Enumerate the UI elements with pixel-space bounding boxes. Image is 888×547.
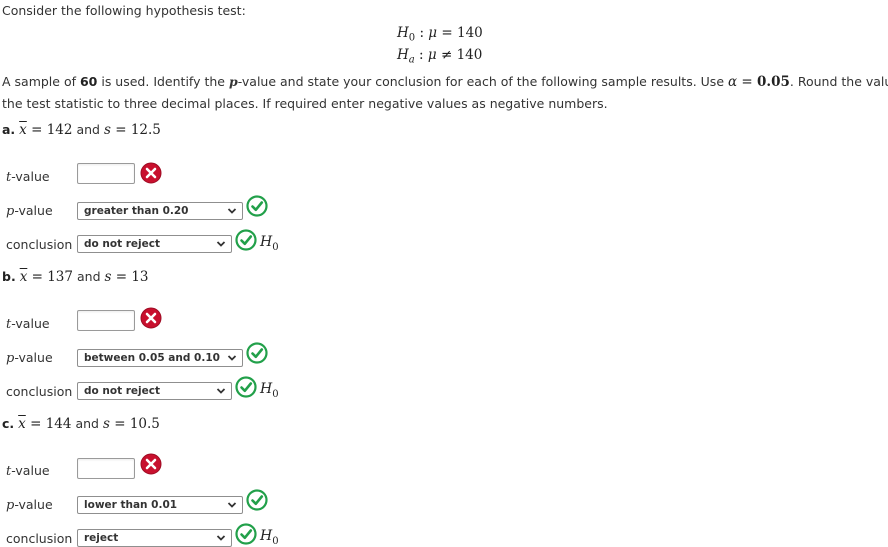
chevron-down-icon [226, 204, 238, 218]
part-b-header: b. x = 137 and s = 13 [2, 269, 149, 285]
x-circle-icon [140, 453, 162, 475]
intro-text: Consider the following hypothesis test: [2, 3, 246, 18]
t-value-input-a[interactable] [77, 163, 135, 184]
t-value-label: t-value [6, 169, 50, 185]
check-circle-icon [246, 342, 268, 364]
t-value-label: t-value [6, 463, 50, 479]
conclusion-select-a[interactable]: do not reject [77, 235, 232, 253]
chevron-down-icon [226, 498, 238, 512]
conclusion-select-c[interactable]: reject [77, 529, 232, 547]
t-value-label: t-value [6, 316, 50, 332]
conclusion-label: conclusion [6, 237, 73, 252]
check-circle-icon [235, 229, 257, 251]
t-value-input-c[interactable] [77, 458, 135, 479]
t-value-input-b[interactable] [77, 310, 135, 331]
p-value-label: p-value [6, 497, 53, 513]
p-value-select-a[interactable]: greater than 0.20 [77, 202, 243, 220]
chevron-down-icon [215, 531, 227, 545]
part-a-header: a. x = 142 and s = 12.5 [2, 122, 161, 138]
conclusion-select-b[interactable]: do not reject [77, 382, 232, 400]
chevron-down-icon [226, 351, 238, 365]
part-c-header: c. x = 144 and s = 10.5 [2, 416, 160, 432]
null-hypothesis: H0 : μ = 140 [397, 25, 483, 44]
conclusion-label: conclusion [6, 384, 73, 399]
p-value-label: p-value [6, 350, 53, 366]
instructions-line-1: A sample of 60 is used. Identify the p-v… [2, 74, 888, 90]
p-value-label: p-value [6, 203, 53, 219]
check-circle-icon [235, 523, 257, 545]
chevron-down-icon [215, 237, 227, 251]
x-circle-icon [140, 162, 162, 184]
chevron-down-icon [215, 384, 227, 398]
check-circle-icon [235, 376, 257, 398]
check-circle-icon [246, 195, 268, 217]
conclusion-label: conclusion [6, 531, 73, 546]
check-circle-icon [246, 489, 268, 511]
h0-label: H0 [260, 234, 279, 253]
instructions-line-2: the test statistic to three decimal plac… [2, 96, 608, 111]
alternative-hypothesis: Ha : μ ≠ 140 [397, 47, 483, 66]
x-circle-icon [140, 307, 162, 329]
h0-label: H0 [260, 381, 279, 400]
p-value-select-c[interactable]: lower than 0.01 [77, 496, 243, 514]
h0-label: H0 [260, 528, 279, 547]
p-value-select-b[interactable]: between 0.05 and 0.10 [77, 349, 243, 367]
